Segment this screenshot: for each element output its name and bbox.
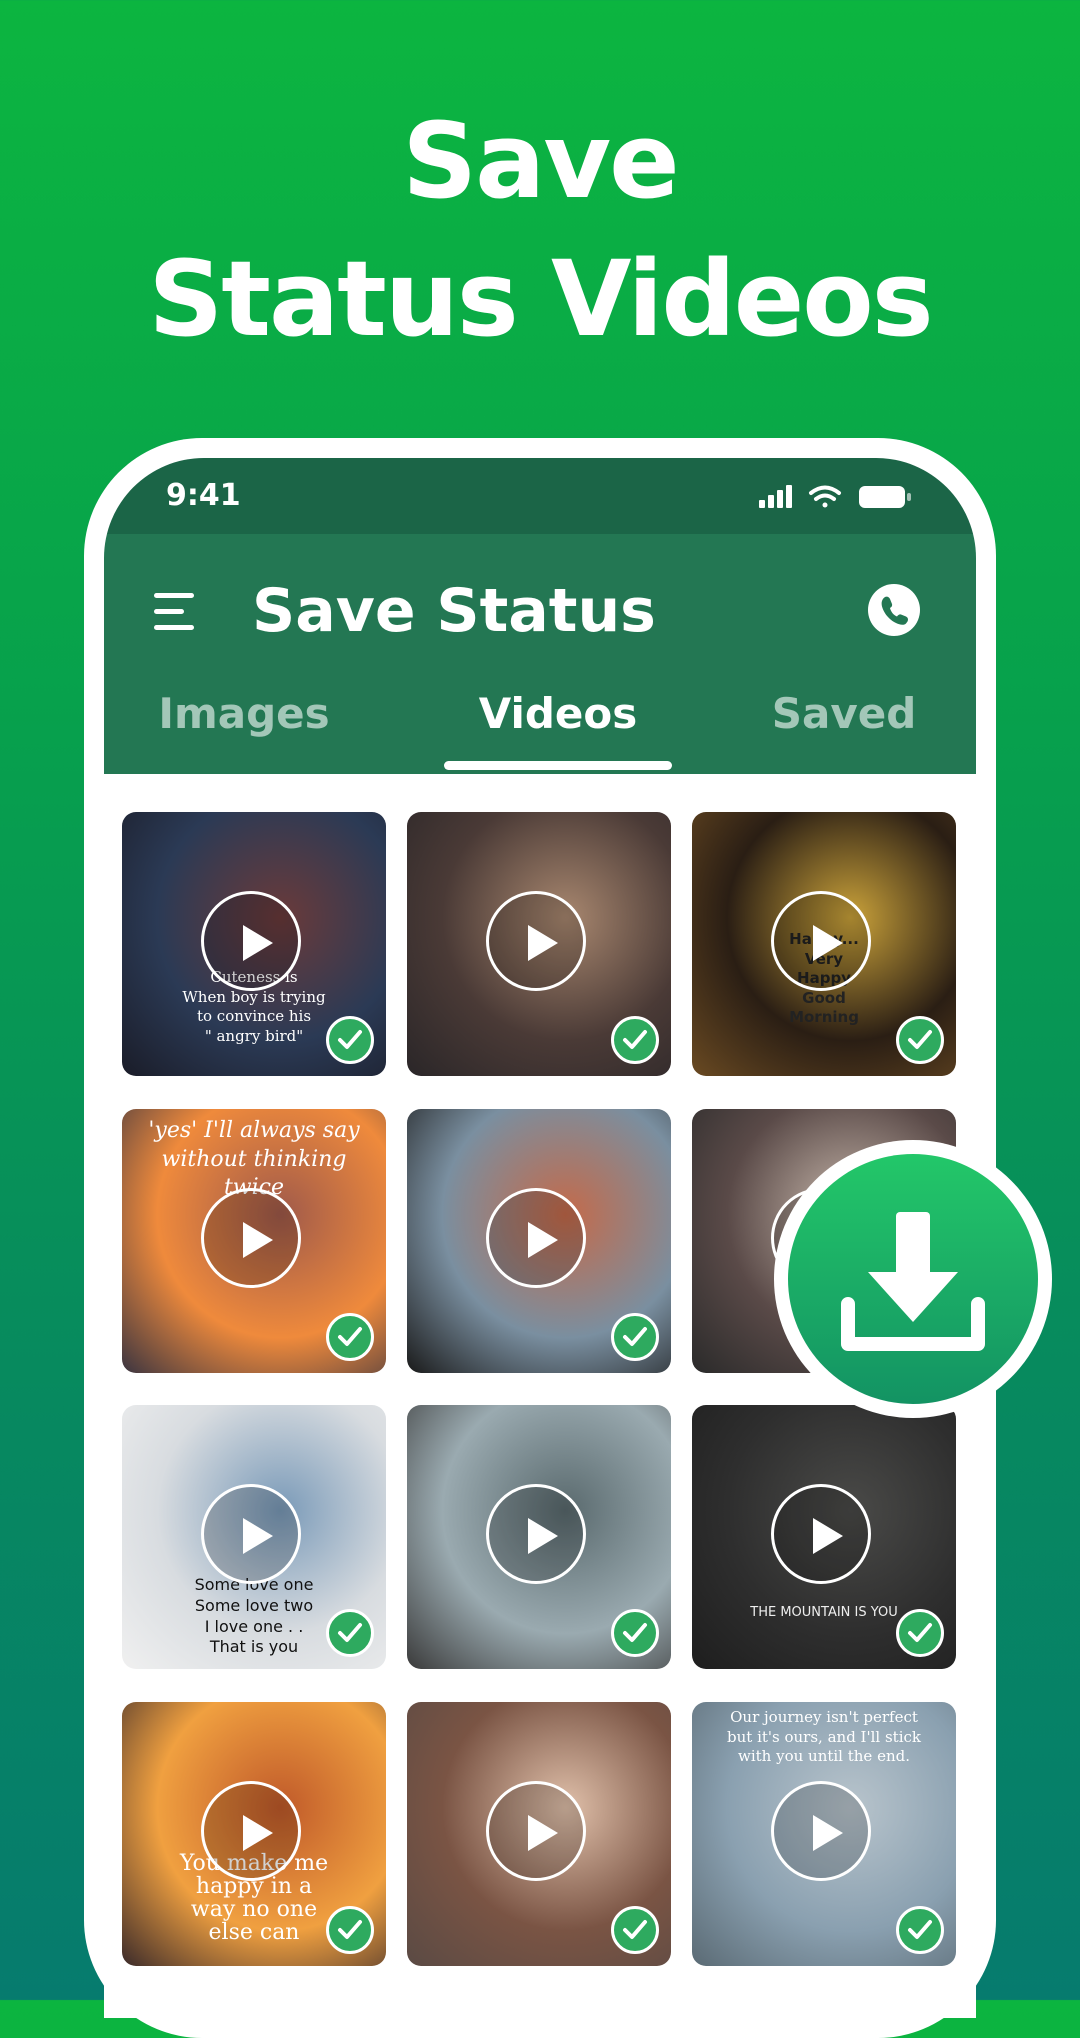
check-icon[interactable]	[896, 1609, 944, 1657]
check-icon[interactable]	[326, 1016, 374, 1064]
tab-active-indicator	[444, 761, 672, 770]
play-icon[interactable]	[486, 1781, 586, 1881]
check-icon[interactable]	[611, 1313, 659, 1361]
check-icon[interactable]	[611, 1016, 659, 1064]
headline-line-2: Status Videos	[148, 238, 933, 360]
check-icon[interactable]	[326, 1906, 374, 1954]
play-icon[interactable]	[771, 891, 871, 991]
video-thumbnail[interactable]: Cuteness is When boy is trying to convin…	[122, 812, 386, 1076]
check-icon[interactable]	[326, 1313, 374, 1361]
tab-images[interactable]: Images	[124, 689, 364, 738]
headline-line-1: Save	[402, 100, 679, 222]
play-icon[interactable]	[486, 1484, 586, 1584]
wifi-icon	[809, 485, 841, 508]
play-icon[interactable]	[486, 891, 586, 991]
tab-videos[interactable]: Videos	[438, 689, 678, 738]
app-title: Save Status	[252, 576, 656, 646]
promo-headline: Save Status Videos	[0, 92, 1080, 368]
video-thumbnail[interactable]	[407, 1702, 671, 1966]
play-icon[interactable]	[201, 1484, 301, 1584]
play-icon[interactable]	[771, 1781, 871, 1881]
check-icon[interactable]	[896, 1016, 944, 1064]
battery-icon	[859, 486, 911, 508]
video-thumbnail[interactable]: Some love one Some love two I love one .…	[122, 1405, 386, 1669]
play-icon[interactable]	[201, 891, 301, 991]
video-thumbnail[interactable]	[407, 1405, 671, 1669]
video-thumbnail[interactable]: THE MOUNTAIN IS YOU	[692, 1405, 956, 1669]
video-thumbnail[interactable]: You make me happy in a way no one else c…	[122, 1702, 386, 1966]
download-icon	[841, 1212, 985, 1351]
check-icon[interactable]	[326, 1609, 374, 1657]
video-thumbnail[interactable]	[407, 812, 671, 1076]
download-button[interactable]	[774, 1140, 1052, 1418]
menu-icon[interactable]	[154, 589, 200, 635]
video-thumbnail[interactable]: 'yes' I'll always say without thinking t…	[122, 1109, 386, 1373]
video-thumbnail[interactable]: Happy... Very Happy Good Morning	[692, 812, 956, 1076]
thumbnail-caption: Our journey isn't perfect but it's ours,…	[727, 1708, 921, 1765]
check-icon[interactable]	[896, 1906, 944, 1954]
tab-saved[interactable]: Saved	[724, 689, 964, 738]
status-icons	[759, 485, 911, 508]
play-icon[interactable]	[771, 1484, 871, 1584]
status-bar: 9:41	[104, 458, 976, 534]
play-icon[interactable]	[486, 1188, 586, 1288]
signal-icon	[759, 485, 792, 508]
check-icon[interactable]	[611, 1906, 659, 1954]
app-bar: Save Status Images Videos Saved	[104, 534, 976, 774]
play-icon[interactable]	[201, 1188, 301, 1288]
video-thumbnail[interactable]	[407, 1109, 671, 1373]
video-thumbnail[interactable]: Our journey isn't perfect but it's ours,…	[692, 1702, 956, 1966]
status-time: 9:41	[166, 478, 241, 513]
check-icon[interactable]	[611, 1609, 659, 1657]
phone-call-icon[interactable]	[868, 584, 920, 636]
play-icon[interactable]	[201, 1781, 301, 1881]
